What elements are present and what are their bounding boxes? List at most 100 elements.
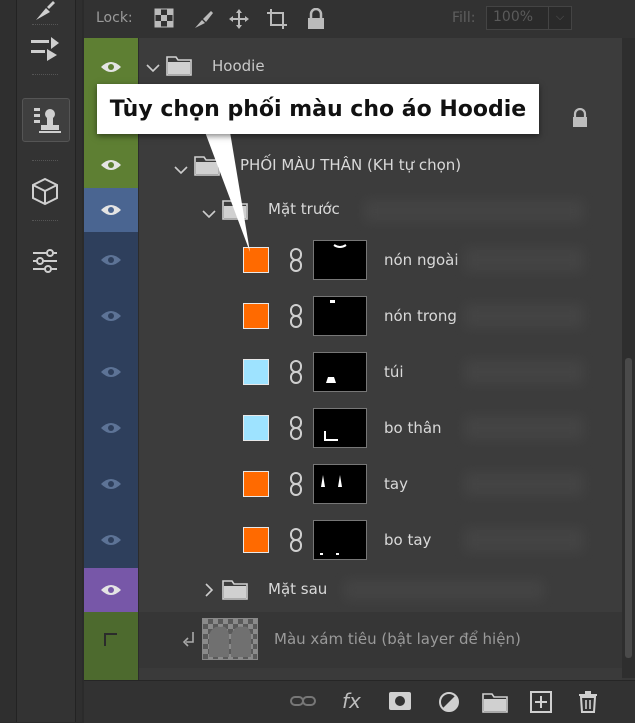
visibility-eye-icon[interactable] xyxy=(84,232,139,288)
color-fill-swatch[interactable] xyxy=(243,471,269,497)
layer-mask-thumbnail[interactable] xyxy=(313,296,367,336)
layer-name: bo thân xyxy=(384,419,442,437)
brush-settings-icon[interactable] xyxy=(22,28,68,70)
panel-grip[interactable] xyxy=(32,220,58,225)
layers-scrollbar[interactable] xyxy=(622,38,635,678)
layer-mask-thumbnail[interactable] xyxy=(313,408,367,448)
layer-name: nón ngoài xyxy=(384,251,459,269)
layer-group-mat-sau[interactable]: Mặt sau xyxy=(84,568,622,613)
trash-icon[interactable] xyxy=(578,691,598,717)
callout-text: Tùy chọn phối màu cho áo Hoodie xyxy=(109,96,527,122)
fx-icon[interactable]: fx xyxy=(342,689,361,713)
layer-name: bo tay xyxy=(384,531,432,549)
3d-cube-icon[interactable] xyxy=(22,170,68,212)
chevron-right-icon[interactable] xyxy=(204,582,214,601)
lock-artboard-icon[interactable] xyxy=(266,8,288,34)
visibility-eye-icon[interactable] xyxy=(84,456,139,512)
layer-mask-thumbnail[interactable] xyxy=(313,464,367,504)
layer-name: Màu xám tiêu (bật layer để hiện) xyxy=(274,630,521,648)
folder-icon xyxy=(222,198,248,224)
mask-link-chain-icon[interactable] xyxy=(289,248,303,276)
layer-thumbnail[interactable] xyxy=(202,618,258,660)
visibility-eye-icon[interactable] xyxy=(84,142,139,188)
chevron-down-icon[interactable] xyxy=(174,160,188,179)
layer-name: PHỐI MÀU THÂN (KH tự chọn) xyxy=(240,156,462,174)
layer-color-fill[interactable]: bo thân xyxy=(84,400,622,457)
new-group-folder-icon[interactable] xyxy=(482,691,508,717)
lock-image-brush-icon[interactable] xyxy=(192,8,214,34)
panel-grip[interactable] xyxy=(32,160,58,165)
lock-bar: Lock: Fill: 100% ⌵ xyxy=(84,0,635,39)
folder-icon xyxy=(194,154,220,180)
layer-group-mat-truoc[interactable]: Mặt trước xyxy=(84,188,622,233)
mask-link-chain-icon[interactable] xyxy=(289,472,303,500)
lock-transparent-icon[interactable] xyxy=(154,8,174,32)
mask-link-chain-icon[interactable] xyxy=(289,528,303,556)
blurred-area xyxy=(344,580,544,600)
lock-label: Lock: xyxy=(96,10,133,26)
tool-strip xyxy=(0,0,82,722)
blurred-area xyxy=(464,416,584,440)
scrollbar-thumb[interactable] xyxy=(625,358,632,658)
panel-grip[interactable] xyxy=(32,74,58,79)
mask-link-chain-icon[interactable] xyxy=(289,360,303,388)
layer-mask-thumbnail[interactable] xyxy=(313,352,367,392)
layer-name: Hoodie xyxy=(212,57,265,75)
fill-label: Fill: xyxy=(452,10,476,26)
layer-color-fill[interactable]: nón trong xyxy=(84,288,622,345)
link-layers-icon[interactable] xyxy=(290,691,316,715)
color-fill-swatch[interactable] xyxy=(243,303,269,329)
visibility-eye-icon[interactable] xyxy=(84,568,139,612)
clone-source-icon[interactable] xyxy=(22,98,70,142)
layer-mask-thumbnail[interactable] xyxy=(313,520,367,560)
blurred-area xyxy=(464,472,584,496)
layer-color-fill[interactable]: tay xyxy=(84,456,622,513)
layers-footer: fx xyxy=(84,680,635,723)
lock-position-move-icon[interactable] xyxy=(228,8,250,34)
visibility-eye-icon[interactable] xyxy=(84,400,139,456)
color-fill-swatch[interactable] xyxy=(243,359,269,385)
adjustments-sliders-icon[interactable] xyxy=(22,240,68,282)
layer-name: túi xyxy=(384,363,404,381)
folder-icon xyxy=(222,578,248,604)
blurred-area xyxy=(464,360,584,384)
layer-color-fill[interactable]: túi xyxy=(84,344,622,401)
add-mask-icon[interactable] xyxy=(388,691,412,715)
layer-name: Mặt trước xyxy=(268,200,340,218)
lock-all-icon[interactable] xyxy=(306,7,326,34)
color-fill-swatch[interactable] xyxy=(243,415,269,441)
visibility-eye-icon[interactable] xyxy=(84,668,139,680)
chevron-down-icon[interactable] xyxy=(146,58,160,77)
layer-mask-thumbnail[interactable] xyxy=(313,240,367,280)
visibility-eye-icon[interactable] xyxy=(84,344,139,400)
layer-mau-xam-tieu[interactable]: Màu xám tiêu (bật layer để hiện) xyxy=(84,612,622,669)
layer-name: tay xyxy=(384,475,408,493)
callout-annotation: Tùy chọn phối màu cho áo Hoodie xyxy=(97,84,539,134)
blurred-area xyxy=(364,200,584,222)
visibility-eye-icon-hidden[interactable] xyxy=(84,612,139,668)
color-fill-swatch[interactable] xyxy=(243,527,269,553)
mask-link-chain-icon[interactable] xyxy=(289,416,303,444)
clipping-arrow-icon xyxy=(182,630,196,652)
visibility-eye-icon[interactable] xyxy=(84,188,139,232)
layer-color-fill[interactable]: nón ngoài xyxy=(84,232,622,289)
lock-icon xyxy=(571,107,589,132)
blurred-area xyxy=(464,304,584,328)
chevron-down-icon[interactable]: ⌵ xyxy=(548,7,571,29)
visibility-eye-icon[interactable] xyxy=(84,512,139,568)
adjustment-layer-icon[interactable] xyxy=(438,691,460,717)
blurred-area xyxy=(464,528,584,552)
fill-input[interactable]: 100% ⌵ xyxy=(486,6,572,30)
fill-value: 100% xyxy=(493,9,534,25)
layer-name: Mặt sau xyxy=(268,580,328,598)
folder-icon xyxy=(166,54,192,80)
new-layer-icon[interactable] xyxy=(530,691,552,717)
layer-color-fill[interactable]: bo tay xyxy=(84,512,622,569)
chevron-down-icon[interactable] xyxy=(202,204,216,223)
layer-group-phoi-mau-than[interactable]: PHỐI MÀU THÂN (KH tự chọn) xyxy=(84,142,622,189)
mask-link-chain-icon[interactable] xyxy=(289,304,303,332)
visibility-eye-icon[interactable] xyxy=(84,288,139,344)
layer-name: nón trong xyxy=(384,307,457,325)
color-fill-swatch[interactable] xyxy=(243,247,269,273)
blurred-area xyxy=(464,248,584,272)
